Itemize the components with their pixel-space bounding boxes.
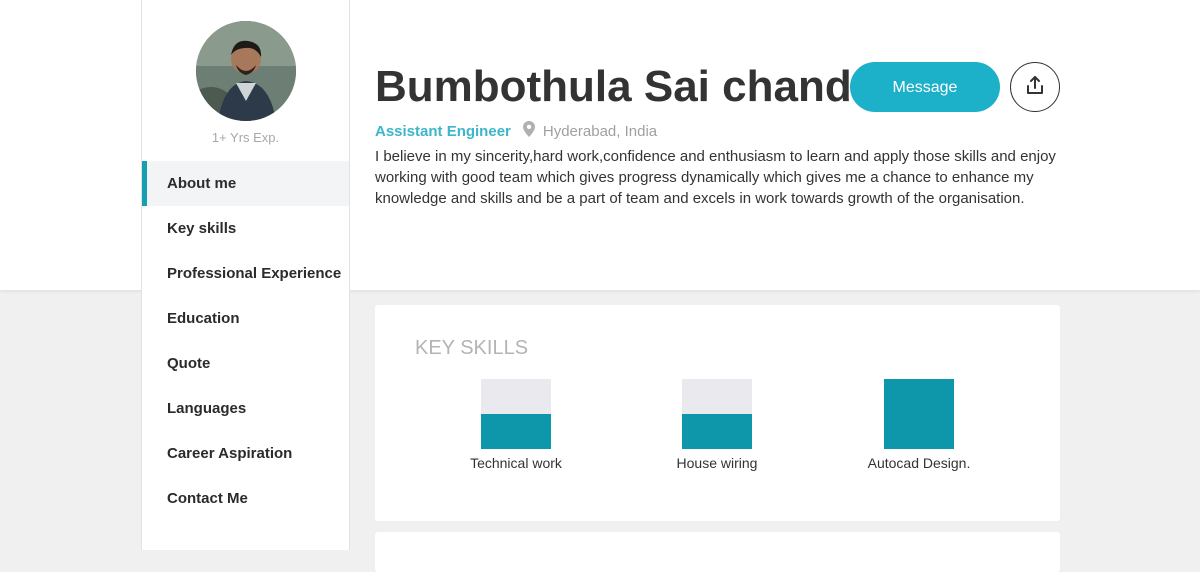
profile-name: Bumbothula Sai chand (375, 62, 852, 111)
sidebar-item-career-aspiration[interactable]: Career Aspiration (142, 431, 349, 476)
skill-level-fill (682, 414, 752, 449)
profile-meta: Assistant Engineer Hyderabad, India (375, 121, 657, 141)
sidebar-nav: About me Key skills Professional Experie… (142, 161, 349, 521)
map-pin-icon (522, 121, 535, 141)
sidebar-item-education[interactable]: Education (142, 296, 349, 341)
sidebar-item-languages[interactable]: Languages (142, 386, 349, 431)
message-button[interactable]: Message (850, 62, 1000, 112)
share-upload-icon (1025, 75, 1045, 100)
sidebar-item-about-me[interactable]: About me (142, 161, 349, 206)
skill-label: Technical work (470, 455, 562, 471)
sidebar-item-key-skills[interactable]: Key skills (142, 206, 349, 251)
profile-role: Assistant Engineer (375, 122, 511, 140)
share-button[interactable] (1010, 62, 1060, 112)
sidebar-item-contact-me[interactable]: Contact Me (142, 476, 349, 521)
skill-level-bar (884, 379, 954, 449)
skill-item: Technical work (446, 379, 586, 471)
avatar (196, 21, 296, 121)
profile-location: Hyderabad, India (542, 122, 658, 140)
key-skills-title: KEY SKILLS (415, 337, 529, 359)
sidebar: 1+ Yrs Exp. About me Key skills Professi… (141, 0, 350, 550)
skill-item: House wiring (647, 379, 787, 471)
skill-level-bar (481, 379, 551, 449)
skill-level-fill (481, 414, 551, 449)
profile-bio: I believe in my sincerity,hard work,conf… (375, 148, 1056, 207)
skill-label: Autocad Design. (867, 455, 971, 471)
next-section-card (375, 532, 1060, 572)
skill-level-bar (682, 379, 752, 449)
skill-level-fill (884, 379, 954, 449)
sidebar-item-quote[interactable]: Quote (142, 341, 349, 386)
sidebar-item-professional-experience[interactable]: Professional Experience (142, 251, 349, 296)
key-skills-card: KEY SKILLS Technical work House wiring A… (375, 305, 1060, 521)
experience-label: 1+ Yrs Exp. (211, 130, 280, 145)
skill-item: Autocad Design. (849, 379, 989, 471)
skill-label: House wiring (676, 455, 758, 471)
